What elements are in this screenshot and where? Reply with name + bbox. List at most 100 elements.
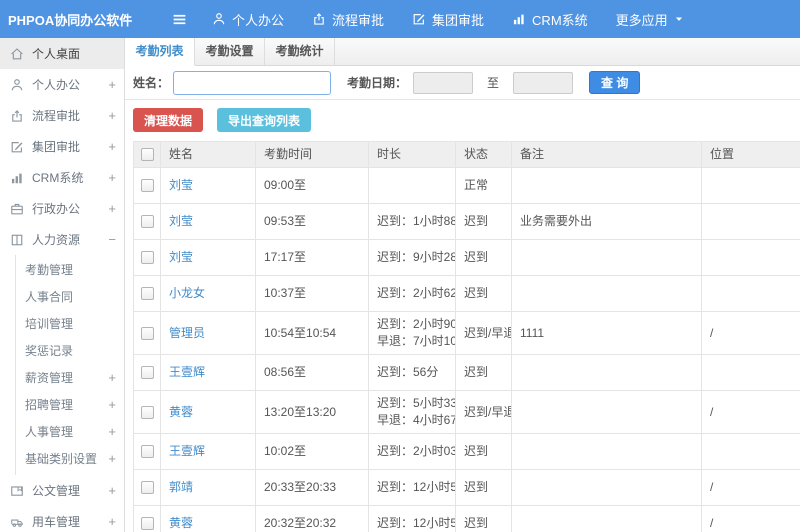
sidebar-item-公文管理[interactable]: 公文管理 + <box>0 475 124 506</box>
sidebar-item-集团审批[interactable]: 集团审批 + <box>0 131 124 162</box>
top-nav-item-5[interactable]: 更多应用 <box>616 10 684 29</box>
row-checkbox[interactable] <box>140 215 154 229</box>
expand-plus-icon[interactable]: + <box>108 370 116 385</box>
row-checkbox-cell <box>133 203 161 240</box>
sidebar-item-用车管理[interactable]: 用车管理 + <box>0 506 124 532</box>
row-checkbox[interactable] <box>140 287 154 301</box>
cell-attendance-time: 17:17至 <box>255 239 369 276</box>
edit-icon <box>10 140 25 154</box>
sidebar-item-行政办公[interactable]: 行政办公 + <box>0 193 124 224</box>
sidebar-subitem-培训管理[interactable]: 培训管理 <box>16 310 124 337</box>
expand-plus-icon[interactable]: + <box>104 108 116 123</box>
select-all-checkbox[interactable] <box>140 148 154 162</box>
expand-plus-icon[interactable]: + <box>104 139 116 154</box>
employee-name-link[interactable]: 黄蓉 <box>169 516 193 530</box>
clean-data-button[interactable]: 清理数据 <box>133 108 204 132</box>
expand-plus-icon[interactable]: + <box>104 514 116 529</box>
cell-status: 迟到 <box>455 239 512 276</box>
cell-status: 迟到 <box>455 433 512 470</box>
row-checkbox[interactable] <box>140 326 154 340</box>
expand-plus-icon[interactable]: + <box>104 201 116 216</box>
sidebar-subitem-奖惩记录[interactable]: 奖惩记录 <box>16 337 124 364</box>
top-nav-item-2[interactable]: 流程审批 <box>312 10 384 29</box>
sidebar-subitem-薪资管理[interactable]: 薪资管理 + <box>16 364 124 391</box>
name-label: 姓名： <box>133 76 170 90</box>
cell-location: / <box>701 390 800 434</box>
top-nav-item-4[interactable]: CRM系统 <box>512 10 588 29</box>
expand-plus-icon[interactable]: + <box>108 397 116 412</box>
table-row: 小龙女 10:37至迟到：2小时62分迟到 <box>133 275 800 312</box>
tab-考勤列表[interactable]: 考勤列表 <box>125 38 195 66</box>
row-checkbox-cell <box>133 275 161 312</box>
employee-name-link[interactable]: 王壹辉 <box>169 444 205 458</box>
top-nav-item-1[interactable]: 个人办公 <box>212 10 284 29</box>
main-content: 考勤列表 考勤设置 考勤统计 姓名： 考勤日期： 至 查 询 清理数据 导出查询列表… <box>125 38 800 532</box>
employee-name-link[interactable]: 小龙女 <box>169 286 205 300</box>
column-header-备注: 备注 <box>511 141 702 168</box>
row-checkbox[interactable] <box>140 445 154 459</box>
tab-考勤设置[interactable]: 考勤设置 <box>195 38 265 65</box>
sidebar-subitem-考勤管理[interactable]: 考勤管理 <box>16 256 124 283</box>
sidebar-item-人力资源[interactable]: 人力资源 − <box>0 224 124 255</box>
cell-location <box>701 433 800 470</box>
collapse-minus-icon[interactable]: − <box>104 232 116 247</box>
date-to-input[interactable] <box>513 71 574 94</box>
menu-toggle-icon[interactable] <box>171 11 188 28</box>
cell-status: 正常 <box>455 167 512 204</box>
date-from-input[interactable] <box>413 71 474 94</box>
sidebar-item-label: CRM系统 <box>32 171 84 185</box>
expand-plus-icon[interactable]: + <box>108 451 116 466</box>
cell-status: 迟到/早退 <box>455 390 512 434</box>
query-button[interactable]: 查 询 <box>589 71 641 94</box>
cell-name: 黄蓉 <box>160 505 256 532</box>
duration-line: 迟到：9小时28分 <box>377 250 455 264</box>
table-row: 王壹辉 10:02至迟到：2小时03分迟到 <box>133 433 800 470</box>
employee-name-link[interactable]: 刘莹 <box>169 178 193 192</box>
employee-name-link[interactable]: 黄蓉 <box>169 405 193 419</box>
row-checkbox[interactable] <box>140 179 154 193</box>
table-row: 黄蓉 20:32至20:32 迟到：12小时53分迟到 / <box>133 505 800 532</box>
top-navigation-bar: PHPOA协同办公软件 个人办公 流程审批 集团审批 CRM系统 更多应用 <box>0 0 800 38</box>
top-nav-item-3[interactable]: 集团审批 <box>412 10 484 29</box>
sidebar-item-流程审批[interactable]: 流程审批 + <box>0 100 124 131</box>
sidebar-item-个人办公[interactable]: 个人办公 + <box>0 69 124 100</box>
employee-name-link[interactable]: 管理员 <box>169 326 205 340</box>
expand-plus-icon[interactable]: + <box>104 77 116 92</box>
expand-plus-icon[interactable]: + <box>104 170 116 185</box>
tab-考勤统计[interactable]: 考勤统计 <box>265 38 335 65</box>
attendance-table: 姓名 考勤时间 时长 状态 备注 位置 刘莹 09:00至 正常 刘莹 09:53至 迟到：1小时8… <box>133 141 800 532</box>
row-checkbox[interactable] <box>140 481 154 495</box>
row-checkbox[interactable] <box>140 251 154 265</box>
cell-note <box>511 275 702 312</box>
sidebar-item-个人桌面[interactable]: 个人桌面 <box>0 38 124 69</box>
expand-plus-icon[interactable]: + <box>104 483 116 498</box>
row-checkbox-cell <box>133 311 161 355</box>
cell-name: 刘莹 <box>160 239 256 276</box>
sidebar-subitem-基础类别设置[interactable]: 基础类别设置 + <box>16 445 124 472</box>
sidebar-subitem-人事管理[interactable]: 人事管理 + <box>16 418 124 445</box>
table-header-row: 姓名 考勤时间 时长 状态 备注 位置 <box>133 141 800 168</box>
sidebar-subitem-招聘管理[interactable]: 招聘管理 + <box>16 391 124 418</box>
employee-name-link[interactable]: 王壹辉 <box>169 365 205 379</box>
page-layout: 个人桌面 个人办公 + 流程审批 + 集团审批 + CRM系统 + 行政办公 + 人力资源 − 考勤管理人… <box>0 38 800 532</box>
header-checkbox-cell <box>133 141 161 168</box>
cell-attendance-time: 13:20至13:20 <box>255 390 369 434</box>
row-checkbox[interactable] <box>140 517 154 531</box>
action-buttons: 清理数据 导出查询列表 <box>125 100 800 141</box>
cell-duration: 迟到：2小时03分 <box>368 433 456 470</box>
expand-plus-icon[interactable]: + <box>108 424 116 439</box>
name-input[interactable] <box>173 70 332 95</box>
sidebar-item-CRM系统[interactable]: CRM系统 + <box>0 162 124 193</box>
cell-location <box>701 239 800 276</box>
cell-name: 刘莹 <box>160 167 256 204</box>
edit-icon <box>412 12 426 26</box>
employee-name-link[interactable]: 刘莹 <box>169 250 193 264</box>
column-header-考勤时间: 考勤时间 <box>255 141 369 168</box>
export-list-button[interactable]: 导出查询列表 <box>217 108 312 132</box>
employee-name-link[interactable]: 刘莹 <box>169 214 193 228</box>
row-checkbox[interactable] <box>140 366 154 380</box>
row-checkbox[interactable] <box>140 405 154 419</box>
sidebar-subitem-人事合同[interactable]: 人事合同 <box>16 283 124 310</box>
sidebar-item-label: 个人办公 <box>32 78 81 92</box>
employee-name-link[interactable]: 郭靖 <box>169 480 193 494</box>
